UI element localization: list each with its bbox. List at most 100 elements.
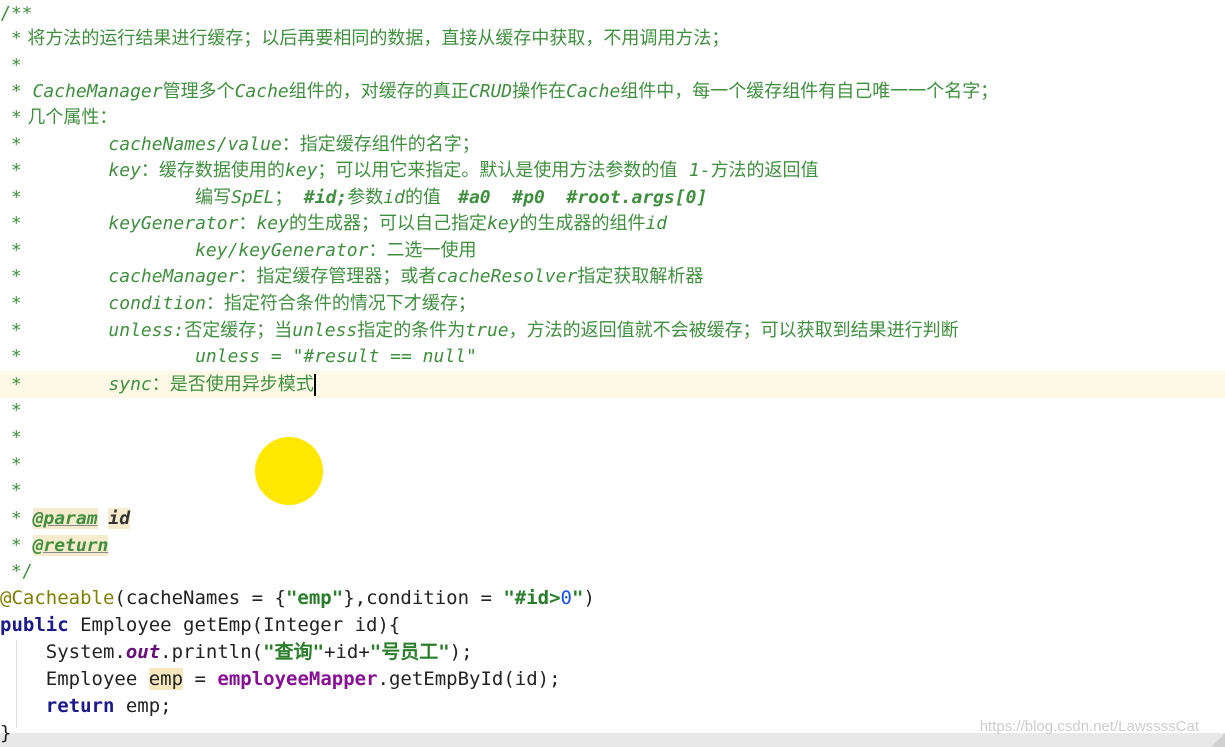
- comment-line: * condition：指定符合条件的情况下才缓存；: [0, 290, 1225, 317]
- comment-text: 几个属性：: [21, 107, 118, 128]
- code-text: emp;: [114, 695, 172, 717]
- attr-key: cacheNames/value: [108, 134, 282, 155]
- code-text: =: [183, 668, 218, 690]
- code-text: System.: [0, 641, 126, 663]
- number-literal: 0: [560, 587, 572, 609]
- comment-line: *: [0, 397, 1225, 424]
- code-text: .println(: [160, 641, 264, 663]
- comment-star: *: [0, 266, 22, 287]
- attr-desc: key: [256, 213, 289, 234]
- attr-desc: ：二选一使用: [368, 240, 477, 261]
- comment-star: *: [0, 508, 22, 529]
- code-line-signature: public Employee getEmp(Integer id){: [0, 612, 1225, 639]
- code-text: .getEmpById(id);: [377, 668, 561, 690]
- attr-desc: cacheResolver: [436, 266, 578, 287]
- code-line: Employee emp = employeeMapper.getEmpById…: [0, 666, 1225, 693]
- code-text: ): [583, 587, 595, 609]
- attr-key: unless:: [108, 320, 185, 341]
- code-text: (cacheNames = {: [114, 587, 286, 609]
- attr-key: cacheManager: [108, 266, 239, 287]
- comment-line: *: [0, 424, 1225, 451]
- comment-line: * cacheNames/value：指定缓存组件的名字；: [0, 131, 1225, 158]
- comment-line: * key：缓存数据使用的key；可以用它来指定。默认是使用方法参数的值 1-方…: [0, 157, 1225, 184]
- keyword: return: [45, 695, 115, 717]
- code-line: return emp;: [0, 693, 1225, 720]
- attr-desc: ：: [238, 213, 257, 234]
- attr-example: unless = "#result == null": [195, 346, 477, 367]
- comment-star: *: [0, 454, 22, 475]
- attr-desc: 1-: [688, 160, 711, 181]
- return-tag: @return: [32, 535, 109, 556]
- comment-line: * CacheManager管理多个Cache组件的，对缓存的真正CRUD操作在…: [0, 78, 1225, 105]
- code-text: }: [0, 722, 12, 744]
- comment-text: 组件中，每一个缓存组件有自己唯一一个名字；: [620, 81, 999, 102]
- text-caret: [313, 374, 316, 396]
- comment-open-text: /**: [0, 3, 33, 24]
- string-literal: "号员工": [369, 641, 450, 663]
- attr-desc: 的生成器；可以自己指定: [288, 213, 487, 234]
- comment-text: 将方法的运行结果进行缓存；以后再要相同的数据，直接从缓存中获取，不用调用方法；: [21, 28, 730, 49]
- attr-desc: ：缓存数据使用的: [140, 160, 285, 181]
- highlighted-variable: emp: [148, 668, 184, 690]
- attr-desc: true: [465, 320, 509, 341]
- current-line[interactable]: * sync：是否使用异步模式: [0, 371, 1225, 398]
- comment-line: * 编写SpEL； #id;参数id的值 #a0 #p0 #root.args[…: [0, 184, 1225, 211]
- attr-desc: 的值: [404, 187, 459, 208]
- param-name: id: [108, 508, 131, 529]
- attr-desc: 参数: [347, 187, 384, 208]
- attr-desc: id: [383, 187, 405, 208]
- attr-desc: key: [486, 213, 520, 234]
- param-tag: @param: [32, 508, 98, 529]
- attr-desc: 指定获取解析器: [577, 266, 704, 287]
- attr-key: sync: [108, 374, 152, 395]
- comment-line: *: [0, 52, 1225, 79]
- attr-desc: ，方法的返回值就不会被缓存；可以获取到结果进行判断: [508, 320, 959, 341]
- comment-star: *: [0, 374, 22, 395]
- comment-star: *: [0, 160, 22, 181]
- comment-close-text: */: [0, 561, 33, 582]
- comment-line: * unless = "#result == null": [0, 343, 1225, 370]
- comment-line: * key/keyGenerator：二选一使用: [0, 237, 1225, 264]
- code-text: );: [449, 641, 473, 663]
- attr-desc: #id;: [303, 187, 348, 208]
- comment-star: *: [0, 187, 22, 208]
- comment-text: 管理多个: [162, 81, 235, 102]
- indent-guide: [16, 640, 17, 728]
- attr-desc: #a0 #p0 #root.args[0]: [458, 187, 708, 208]
- attr-desc: ；: [274, 187, 304, 208]
- code-editor[interactable]: /** * 将方法的运行结果进行缓存；以后再要相同的数据，直接从缓存中获取，不用…: [0, 0, 1225, 747]
- attr-desc: ：指定缓存组件的名字；: [281, 134, 480, 155]
- comment-star: *: [0, 293, 22, 314]
- attr-key: key/keyGenerator: [195, 240, 369, 261]
- comment-text: CacheManager: [32, 81, 163, 102]
- comment-open: /**: [0, 0, 1225, 27]
- comment-line: * @return: [0, 532, 1225, 559]
- comment-star: *: [0, 28, 22, 49]
- comment-text: 组件的，对缓存的真正: [288, 81, 469, 102]
- code-text: +id+: [324, 641, 370, 663]
- attr-desc: ：指定符合条件的情况下才缓存；: [205, 293, 476, 314]
- comment-text: CRUD: [468, 81, 513, 102]
- comment-line: * 几个属性：: [0, 104, 1225, 131]
- comment-line: * cacheManager：指定缓存管理器；或者cacheResolver指定…: [0, 263, 1225, 290]
- string-literal: "查询": [263, 641, 325, 663]
- attr-desc: ：指定缓存管理器；或者: [238, 266, 437, 287]
- comment-close: */: [0, 558, 1225, 585]
- comment-text: Cache: [234, 81, 289, 102]
- comment-star: *: [0, 107, 22, 128]
- string-literal: "#id>: [503, 587, 561, 609]
- comment-line: * @param id: [0, 505, 1225, 532]
- attr-desc: id: [645, 213, 668, 234]
- attr-desc: ；可以用它来指定。默认是使用方法参数的值: [317, 160, 689, 181]
- field-reference: employeeMapper: [217, 668, 378, 690]
- comment-star: *: [0, 134, 22, 155]
- keyword: public: [0, 614, 69, 636]
- comment-line: * unless:否定缓存；当unless指定的条件为true，方法的返回值就不…: [0, 317, 1225, 344]
- attr-desc: key: [284, 160, 318, 181]
- static-field: out: [125, 641, 161, 663]
- code-line: System.out.println("查询"+id+"号员工");: [0, 639, 1225, 666]
- comment-star: *: [0, 55, 22, 76]
- comment-star: *: [0, 535, 22, 556]
- string-literal: "emp": [285, 587, 344, 609]
